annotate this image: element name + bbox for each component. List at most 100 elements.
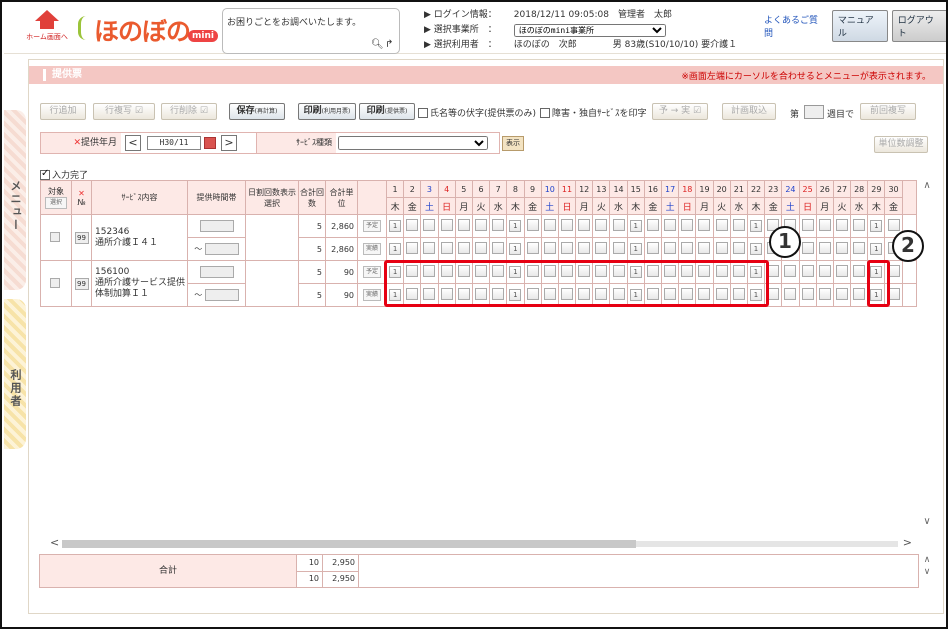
select-all-button[interactable]: 選択: [45, 197, 67, 209]
day-input[interactable]: [664, 242, 677, 254]
prev-month-button[interactable]: <: [125, 135, 141, 151]
day-input[interactable]: [835, 288, 848, 300]
day-input[interactable]: [526, 219, 539, 231]
plan-import-button[interactable]: 計画取込: [722, 103, 776, 120]
plan-to-actual-button[interactable]: 予 → 実 ☑: [652, 103, 708, 120]
day-input[interactable]: [818, 219, 831, 231]
day-input[interactable]: [612, 219, 625, 231]
day-input[interactable]: [543, 219, 556, 231]
day-input[interactable]: [767, 288, 780, 300]
print-provision-button[interactable]: 印刷(提供票): [359, 103, 415, 120]
checkbox-box[interactable]: [540, 107, 550, 118]
day-input[interactable]: [543, 242, 556, 254]
scroll-thumb[interactable]: [62, 540, 636, 548]
day-input[interactable]: 1: [870, 220, 883, 232]
day-input[interactable]: [440, 219, 453, 231]
day-input[interactable]: [715, 219, 728, 231]
row-checkbox[interactable]: [50, 277, 60, 288]
day-input[interactable]: [818, 242, 831, 254]
actual-type-button[interactable]: 実績: [363, 289, 381, 301]
day-input[interactable]: [732, 219, 745, 231]
day-input[interactable]: 1: [870, 243, 883, 255]
day-input[interactable]: [887, 219, 900, 231]
day-input[interactable]: [784, 265, 797, 277]
row-checkbox[interactable]: [50, 231, 60, 242]
day-input[interactable]: [801, 242, 814, 254]
chevron-down-icon[interactable]: ∨: [920, 516, 934, 527]
chevron-down-icon[interactable]: ∨: [921, 566, 933, 578]
day-input[interactable]: [784, 288, 797, 300]
day-input[interactable]: [715, 242, 728, 254]
chevron-up-icon[interactable]: ∧: [920, 180, 934, 191]
user-tab[interactable]: 利用者: [4, 299, 26, 449]
day-input[interactable]: [578, 219, 591, 231]
office-select[interactable]: ほのぼのmini事業所: [513, 24, 666, 37]
actual-type-button[interactable]: 実績: [363, 243, 381, 255]
time-start-input[interactable]: [199, 220, 234, 232]
calendar-icon[interactable]: [204, 137, 216, 149]
day-input[interactable]: 1: [509, 243, 522, 255]
day-input[interactable]: [698, 219, 711, 231]
month-input[interactable]: H30/11: [147, 136, 201, 150]
day-input[interactable]: [853, 265, 866, 277]
day-input[interactable]: [440, 242, 453, 254]
week-input[interactable]: [804, 105, 824, 119]
service-cell[interactable]: 156100 通所介護サービス提供体制加算Ｉ１: [91, 260, 188, 307]
day-input[interactable]: [853, 288, 866, 300]
manual-button[interactable]: マニュアル: [831, 10, 888, 42]
next-month-button[interactable]: >: [221, 135, 237, 151]
day-input[interactable]: 1: [389, 220, 402, 232]
service-cell[interactable]: 152346 通所介護Ｉ４１: [91, 214, 188, 261]
help-search-box[interactable]: お困りごとをお調べいたします。 🔍︎ ↱: [222, 8, 400, 54]
day-input[interactable]: [406, 219, 419, 231]
day-input[interactable]: [835, 242, 848, 254]
checkbox-box[interactable]: [418, 107, 428, 118]
day-input[interactable]: 1: [389, 243, 402, 255]
vertical-scrollbar[interactable]: ∧ ∨: [920, 180, 934, 530]
day-input[interactable]: [492, 242, 505, 254]
day-input[interactable]: [475, 219, 488, 231]
day-input[interactable]: 1: [750, 243, 763, 255]
time-start-input[interactable]: [199, 266, 234, 278]
day-input[interactable]: [612, 242, 625, 254]
day-input[interactable]: [406, 242, 419, 254]
send-arrow-icon[interactable]: ↱: [385, 39, 393, 50]
day-input[interactable]: [475, 242, 488, 254]
checkbox-box-checked[interactable]: [40, 168, 50, 180]
day-input[interactable]: [457, 219, 470, 231]
day-input[interactable]: [560, 242, 573, 254]
day-input[interactable]: [835, 265, 848, 277]
service-type-select[interactable]: [338, 136, 488, 150]
day-input[interactable]: [698, 242, 711, 254]
day-input[interactable]: [560, 219, 573, 231]
menu-tab[interactable]: メニュー: [4, 110, 26, 290]
day-input[interactable]: [526, 242, 539, 254]
logout-button[interactable]: ログアウト: [891, 10, 946, 42]
day-input[interactable]: [835, 219, 848, 231]
home-button[interactable]: ホーム画面へ: [22, 10, 72, 50]
chevron-up-icon[interactable]: ∧: [921, 554, 933, 566]
copy-row-button[interactable]: 行複写 ☑: [93, 103, 155, 120]
print-disability-checkbox[interactable]: 障害・独自ｻｰﾋﾞｽを印字: [540, 106, 647, 119]
time-end-input[interactable]: [204, 289, 239, 301]
day-input[interactable]: [818, 288, 831, 300]
day-input[interactable]: [595, 242, 608, 254]
copy-previous-button[interactable]: 前回複写: [860, 103, 916, 120]
day-input[interactable]: 1: [629, 243, 642, 255]
faq-link[interactable]: よくあるご質問: [764, 13, 826, 39]
display-button[interactable]: 表示: [502, 136, 524, 151]
row-no[interactable]: 99: [74, 231, 89, 244]
day-input[interactable]: 1: [509, 220, 522, 232]
day-input[interactable]: [664, 219, 677, 231]
search-icon[interactable]: 🔍︎: [371, 39, 384, 50]
day-input[interactable]: [423, 242, 436, 254]
day-input[interactable]: 1: [750, 220, 763, 232]
time-end-input[interactable]: [204, 243, 239, 255]
plan-type-button[interactable]: 予定: [363, 266, 381, 278]
day-input[interactable]: [853, 219, 866, 231]
totals-scrollbar[interactable]: ∧ ∨: [921, 554, 933, 578]
day-input[interactable]: [646, 219, 659, 231]
day-input[interactable]: [853, 242, 866, 254]
chevron-right-icon[interactable]: >: [903, 536, 912, 549]
chevron-left-icon[interactable]: <: [50, 536, 59, 549]
